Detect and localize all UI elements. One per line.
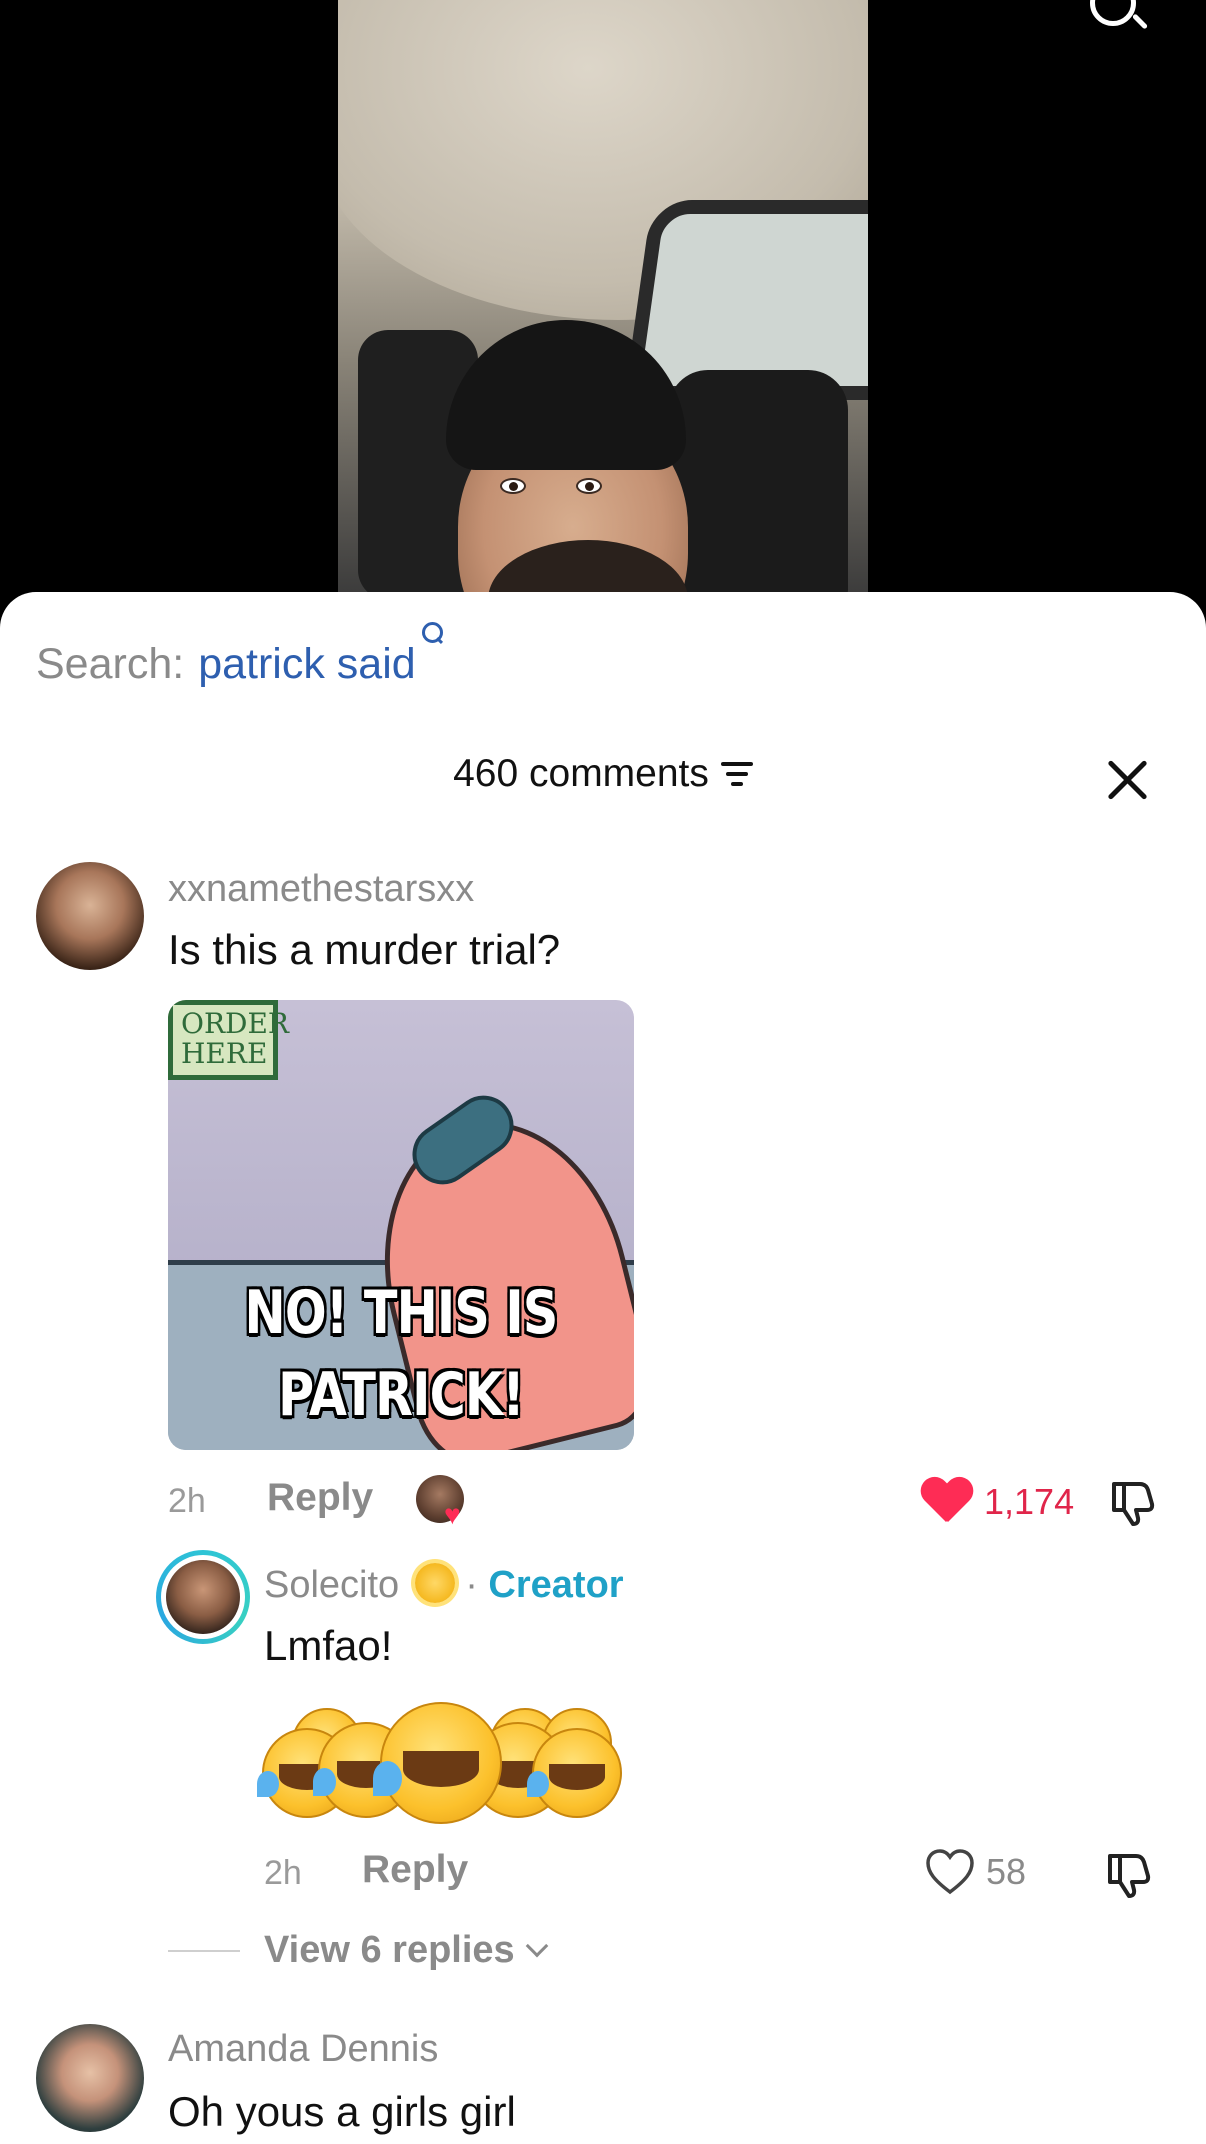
reply-time: 2h xyxy=(264,1854,302,1892)
comment-username[interactable]: xxnamethestarsxx xyxy=(168,868,474,911)
comments-count: 460 comments xyxy=(453,752,709,795)
like-button[interactable]: 58 xyxy=(924,1848,1026,1896)
meme-caption-line1: NO! THIS IS xyxy=(244,1278,559,1348)
video-player[interactable] xyxy=(0,0,1206,600)
heart-icon: ♥ xyxy=(444,1499,461,1530)
search-prefix: Search: xyxy=(36,640,185,688)
close-icon[interactable] xyxy=(1104,756,1152,804)
person-eye-right xyxy=(576,478,602,494)
sun-emoji-icon xyxy=(415,1562,456,1603)
view-replies-label: View 6 replies xyxy=(264,1929,515,1971)
search-icon[interactable] xyxy=(1090,0,1136,26)
creator-liked-avatar: ♥ xyxy=(416,1475,464,1529)
comment-text: Oh yous a girls girl xyxy=(168,2088,516,2135)
avatar[interactable] xyxy=(36,2024,144,2132)
comment-time: 2h xyxy=(168,1482,206,1520)
creator-avatar[interactable] xyxy=(156,1550,250,1644)
laughing-emoji-sticker xyxy=(257,1700,622,1830)
avatar[interactable] xyxy=(36,862,144,970)
like-button[interactable]: 1,174 xyxy=(920,1478,1074,1526)
chevron-down-icon xyxy=(525,1934,549,1957)
person-eye-left xyxy=(500,478,526,494)
like-count: 1,174 xyxy=(984,1481,1075,1522)
comments-header: 460 comments xyxy=(0,752,1206,796)
comment-text: Is this a murder trial? xyxy=(168,926,561,973)
view-replies-button[interactable]: View 6 replies xyxy=(168,1929,549,1972)
creator-badge: Creator xyxy=(488,1564,624,1606)
like-count: 58 xyxy=(986,1851,1027,1892)
reply-button[interactable]: Reply xyxy=(267,1476,373,1520)
separator-dot: · xyxy=(465,1564,478,1606)
car-seat-right xyxy=(668,370,848,600)
dislike-icon[interactable] xyxy=(1102,1848,1154,1900)
search-suggestion[interactable]: Search: patrick said xyxy=(36,622,444,689)
filter-icon[interactable] xyxy=(720,762,753,786)
comment-username[interactable]: Amanda Dennis xyxy=(168,2028,438,2071)
comments-sheet: Search: patrick said 460 comments xxname… xyxy=(0,592,1206,2144)
comment-meme-image[interactable]: ORDER HERE NO! THIS IS PATRICK! xyxy=(168,1000,634,1450)
laughing-emoji-icon xyxy=(527,1728,622,1818)
reply-text: Lmfao! xyxy=(264,1622,393,1669)
video-frame xyxy=(338,0,868,600)
heart-icon xyxy=(926,1849,974,1895)
reply-username-row: Solecito · Creator xyxy=(264,1562,624,1607)
divider-line xyxy=(168,1949,240,1952)
meme-caption-line2: PATRICK! xyxy=(278,1360,524,1430)
reply-button[interactable]: Reply xyxy=(362,1848,468,1892)
laughing-emoji-icon xyxy=(372,1702,502,1824)
meme-sign: ORDER HERE xyxy=(168,1000,289,1080)
search-query[interactable]: patrick said xyxy=(198,640,415,689)
reply-username[interactable]: Solecito xyxy=(264,1564,399,1606)
dislike-icon[interactable] xyxy=(1106,1476,1158,1528)
search-icon xyxy=(420,622,444,678)
heart-icon xyxy=(920,1478,974,1526)
